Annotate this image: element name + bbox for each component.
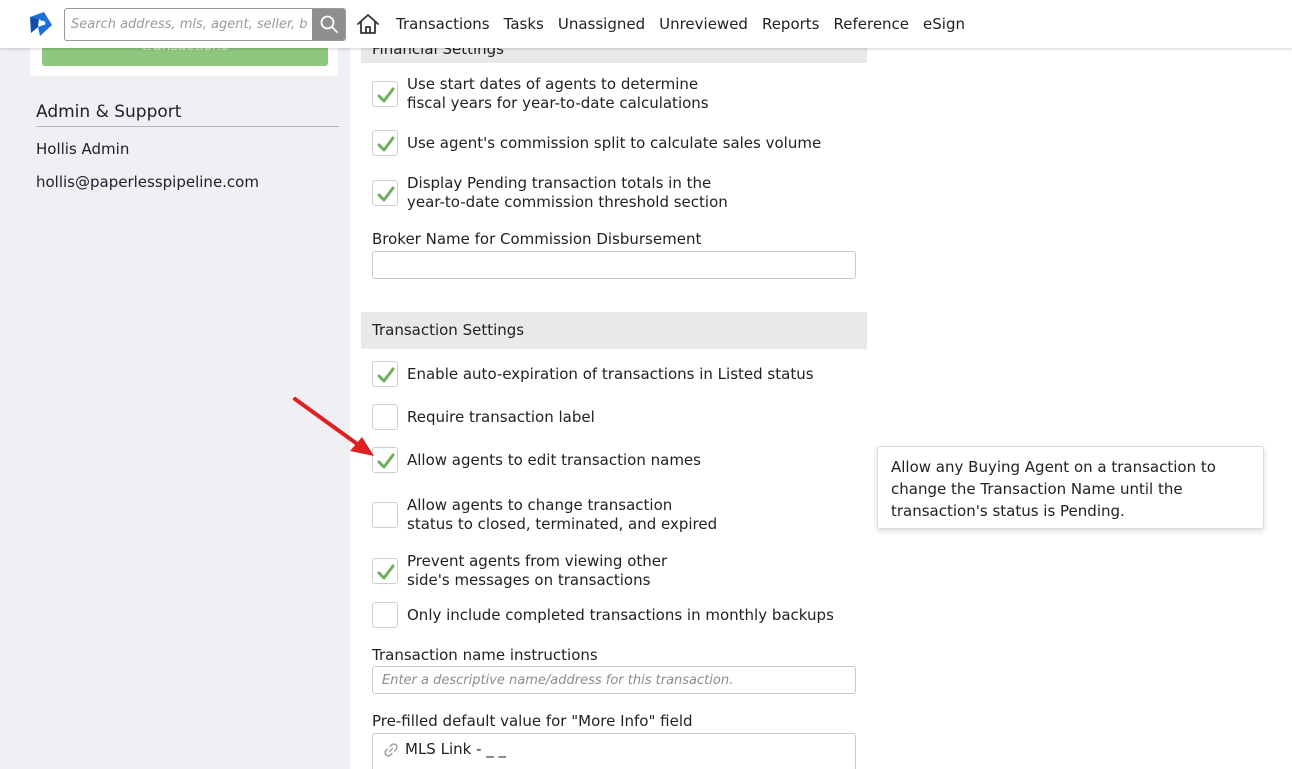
main-nav: Transactions Tasks Unassigned Unreviewed… [396,0,979,48]
nav-unassigned[interactable]: Unassigned [558,15,645,33]
option-prevent-viewing: Prevent agents from viewing other side's… [372,552,667,590]
option-pending-totals: Display Pending transaction totals in th… [372,174,728,212]
search-icon [320,15,338,33]
checkbox-auto-expiration[interactable] [372,361,398,387]
option-commission-split: Use agent's commission split to calculat… [372,130,821,156]
broker-name-input[interactable] [372,251,856,279]
checkmark-icon [377,186,395,202]
option-label: Enable auto-expiration of transactions i… [407,364,814,383]
checkbox-change-status[interactable] [372,502,398,528]
transactions-button-label: transactions [142,48,228,54]
admin-support-heading: Admin & Support [36,102,339,127]
option-label: Require transaction label [407,407,595,426]
option-change-status: Allow agents to change transaction statu… [372,496,717,534]
link-icon [384,743,398,757]
checkbox-prevent-viewing[interactable] [372,558,398,584]
checkbox-pending-totals[interactable] [372,180,398,206]
nav-transactions[interactable]: Transactions [396,15,490,33]
nav-tasks[interactable]: Tasks [504,15,544,33]
edit-names-tooltip: Allow any Buying Agent on a transaction … [877,446,1264,529]
more-info-field[interactable]: MLS Link - _ _ [372,733,856,769]
option-label: Allow agents to edit transaction names [407,450,701,469]
nav-reports[interactable]: Reports [762,15,820,33]
option-edit-names: Allow agents to edit transaction names [372,447,701,473]
name-instructions-input[interactable] [372,666,856,694]
name-instructions-label: Transaction name instructions [372,646,598,664]
more-info-label: Pre-filled default value for "More Info"… [372,712,693,730]
paperless-pipeline-logo-icon[interactable] [26,9,56,39]
option-label: Use start dates of agents to determine f… [407,75,709,112]
broker-name-label: Broker Name for Commission Disbursement [372,230,702,248]
checkbox-start-dates[interactable] [372,81,398,107]
option-require-label: Require transaction label [372,404,595,430]
checkbox-completed-backups[interactable] [372,602,398,628]
transaction-settings-heading: Transaction Settings [361,312,867,349]
nav-reference[interactable]: Reference [834,15,910,33]
nav-esign[interactable]: eSign [923,15,965,33]
transactions-button[interactable]: transactions [42,48,328,66]
search-button[interactable] [312,9,345,40]
nav-unreviewed[interactable]: Unreviewed [659,15,748,33]
admin-name: Hollis Admin [36,140,130,158]
checkmark-icon [377,367,395,383]
checkbox-commission-split[interactable] [372,130,398,156]
checkmark-icon [377,87,395,103]
option-label: Allow agents to change transaction statu… [407,496,718,533]
top-bar: Transactions Tasks Unassigned Unreviewed… [0,0,1292,48]
home-icon[interactable] [356,12,380,36]
search-input[interactable] [65,9,313,40]
option-start-dates: Use start dates of agents to determine f… [372,75,709,113]
option-label: Only include completed transactions in m… [407,605,834,624]
option-label: Use agent's commission split to calculat… [407,133,822,152]
sidebar-card: transactions [30,48,338,76]
red-arrow-annotation-icon [293,397,374,456]
search-box [64,8,346,41]
checkmark-icon [377,136,395,152]
option-completed-backups: Only include completed transactions in m… [372,602,834,628]
admin-email[interactable]: hollis@paperlesspipeline.com [36,173,259,191]
checkmark-icon [377,564,395,580]
settings-panel: Financial Settings Use start dates of ag… [350,36,1292,769]
more-info-value: MLS Link - _ _ [405,740,507,758]
option-auto-expiration: Enable auto-expiration of transactions i… [372,361,814,387]
option-label: Prevent agents from viewing other side's… [407,552,668,589]
option-label: Display Pending transaction totals in th… [407,174,728,211]
